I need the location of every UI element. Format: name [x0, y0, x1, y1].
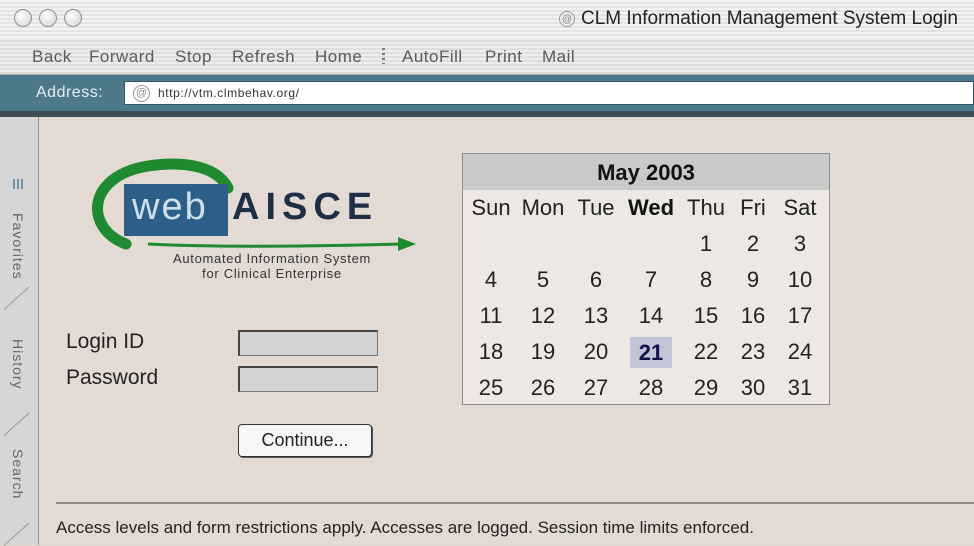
calendar-week-row: 123	[463, 226, 829, 262]
weekday-sun: Sun	[471, 195, 511, 220]
tab-divider	[3, 522, 30, 546]
weekday-thu: Thu	[687, 195, 725, 220]
calendar-day-23[interactable]: 23	[731, 334, 775, 370]
calendar-week-row: 18 19 20 21 22 23 24	[463, 334, 829, 370]
tab-divider	[3, 412, 30, 436]
calendar-header: May 2003	[463, 154, 829, 190]
weekday-tue: Tue	[577, 195, 615, 220]
sidebar-tab-label: History	[10, 339, 26, 390]
address-label: Address:	[36, 84, 104, 101]
calendar-day-10[interactable]: 10	[775, 262, 825, 298]
window-title-text: CLM Information Management System Login	[580, 8, 958, 29]
calendar-day-5[interactable]: 5	[515, 262, 571, 298]
logo-tagline-line2: for Clinical Enterprise	[202, 266, 342, 281]
webaisce-logo: web AISCE Automated Information System f…	[78, 158, 418, 298]
calendar-day-24[interactable]: 24	[775, 334, 825, 370]
continue-button[interactable]: Continue...	[238, 424, 372, 457]
explorer-sidebar: Favorites History Search	[0, 117, 39, 546]
calendar-day-30[interactable]: 30	[731, 370, 775, 406]
browser-toolbar: Back Forward Stop Refresh Home AutoFill …	[0, 38, 974, 75]
password-label: Password	[66, 366, 159, 389]
calendar-day-31[interactable]: 31	[775, 370, 825, 406]
calendar-week-row: 11 12 13 14 15 16 17	[463, 298, 829, 334]
calendar-day-today[interactable]: 21	[630, 337, 672, 368]
calendar-day-28[interactable]: 28	[621, 370, 681, 406]
sidebar-tab-favorites[interactable]: Favorites	[0, 209, 38, 310]
calendar-day-8[interactable]: 8	[681, 262, 731, 298]
sidebar-tab-label: Search	[10, 449, 26, 500]
calendar-day-27[interactable]: 27	[571, 370, 621, 406]
minimize-window-button[interactable]	[39, 9, 57, 27]
window-title-bar: @ CLM Information Management System Logi…	[0, 0, 974, 39]
weekday-fri: Fri	[740, 195, 766, 220]
calendar-day-25[interactable]: 25	[467, 370, 515, 406]
print-button[interactable]: Print	[485, 47, 522, 67]
calendar-day-17[interactable]: 17	[775, 298, 825, 334]
calendar-week-row: 4 5 6 7 8 9 10	[463, 262, 829, 298]
calendar-day-empty	[571, 226, 621, 262]
toolbar-separator	[382, 48, 385, 64]
stop-button[interactable]: Stop	[175, 47, 212, 67]
weekday-sat: Sat	[783, 195, 817, 220]
calendar-day-9[interactable]: 9	[731, 262, 775, 298]
calendar-day-empty	[621, 226, 681, 262]
calendar-day-19[interactable]: 19	[515, 334, 571, 370]
footer-divider	[56, 502, 974, 504]
address-bar: Address: @ http://vtm.clmbehav.org/	[0, 75, 974, 111]
home-button[interactable]: Home	[315, 47, 362, 67]
refresh-button[interactable]: Refresh	[232, 47, 295, 67]
calendar-title: May 2003	[597, 160, 695, 185]
calendar-day-11[interactable]: 11	[467, 298, 515, 334]
calendar-day-15[interactable]: 15	[681, 298, 731, 334]
autofill-button[interactable]: AutoFill	[402, 47, 463, 67]
tab-divider	[3, 286, 30, 310]
logo-web-text: web	[132, 186, 208, 228]
sidebar-tab-label: Favorites	[10, 213, 26, 280]
login-id-input[interactable]	[238, 330, 378, 356]
calendar-day-20[interactable]: 20	[571, 334, 621, 370]
weekday-mon: Mon	[521, 195, 565, 220]
logo-tagline-line1: Automated Information System	[172, 251, 372, 266]
calendar-day-29[interactable]: 29	[681, 370, 731, 406]
address-field[interactable]: @ http://vtm.clmbehav.org/	[124, 81, 974, 105]
close-window-button[interactable]	[14, 9, 32, 27]
calendar-day-empty	[467, 226, 515, 262]
mail-button[interactable]: Mail	[542, 47, 575, 67]
calendar-day-26[interactable]: 26	[515, 370, 571, 406]
logo-tagline: Automated Information System for Clinica…	[140, 251, 404, 281]
calendar-day-18[interactable]: 18	[467, 334, 515, 370]
zoom-window-button[interactable]	[64, 9, 82, 27]
sidebar-tab-search[interactable]: Search	[0, 445, 38, 546]
forward-button[interactable]: Forward	[89, 47, 155, 67]
password-input[interactable]	[238, 366, 378, 392]
page-icon: @	[133, 84, 150, 102]
window-title: @ CLM Information Management System Logi…	[558, 8, 958, 30]
back-button[interactable]: Back	[32, 47, 72, 67]
calendar-day-3[interactable]: 3	[775, 226, 825, 262]
login-id-label: Login ID	[66, 330, 145, 353]
calendar-weekday-row: Sun Mon Tue Wed Thu Fri Sat	[463, 190, 829, 226]
address-url[interactable]: http://vtm.clmbehav.org/	[158, 86, 300, 100]
browser-page-icon: @	[558, 11, 575, 27]
calendar: May 2003 Sun Mon Tue Wed Thu Fri Sat 123…	[462, 153, 830, 405]
calendar-day-6[interactable]: 6	[571, 262, 621, 298]
calendar-day-16[interactable]: 16	[731, 298, 775, 334]
calendar-day-1[interactable]: 1	[681, 226, 731, 262]
calendar-day-22[interactable]: 22	[681, 334, 731, 370]
calendar-day-2[interactable]: 2	[731, 226, 775, 262]
calendar-week-row: 25 26 27 28 29 30 31	[463, 370, 829, 406]
sidebar-tab-history[interactable]: History	[0, 335, 38, 436]
calendar-day-empty	[515, 226, 571, 262]
calendar-day-14[interactable]: 14	[621, 298, 681, 334]
logo-brand-text: AISCE	[232, 186, 379, 228]
footer-notice: Access levels and form restrictions appl…	[56, 518, 754, 537]
calendar-day-13[interactable]: 13	[571, 298, 621, 334]
calendar-day-12[interactable]: 12	[515, 298, 571, 334]
calendar-day-7[interactable]: 7	[621, 262, 681, 298]
calendar-day-4[interactable]: 4	[467, 262, 515, 298]
sidebar-grip-icon[interactable]	[13, 179, 25, 189]
weekday-wed: Wed	[627, 195, 675, 220]
